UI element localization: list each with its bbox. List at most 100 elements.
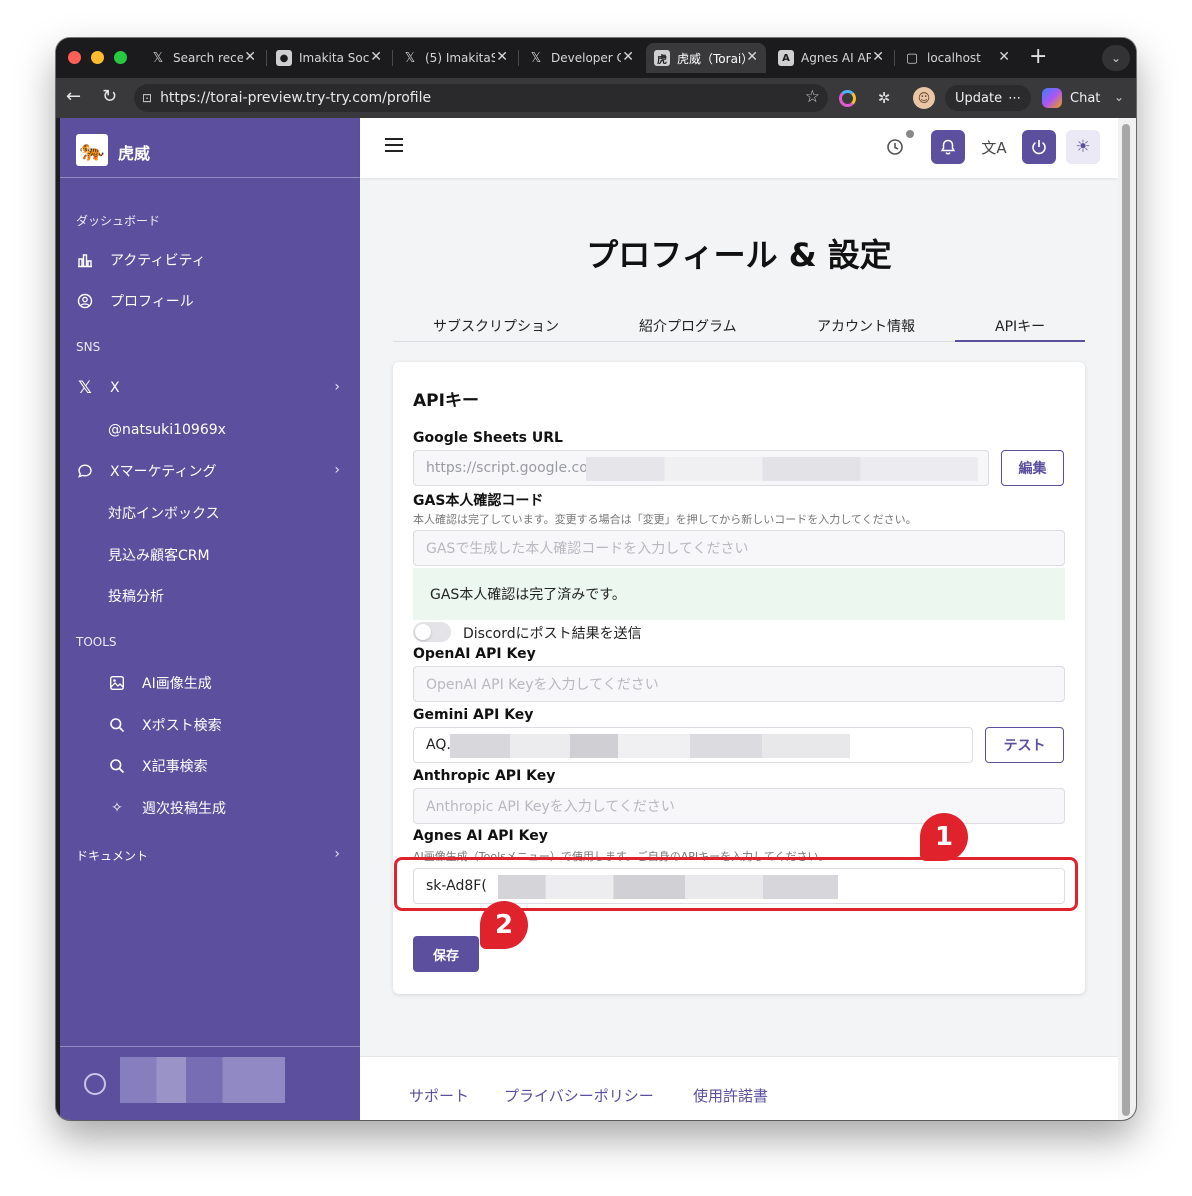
- openai-key-input[interactable]: OpenAI API Keyを入力してください: [413, 666, 1065, 702]
- active-tab-indicator: [955, 340, 1085, 342]
- bookmark-star-icon[interactable]: ☆: [805, 87, 820, 107]
- sidebar-item-crm[interactable]: 見込み顧客CRM: [108, 540, 210, 570]
- annotation-badge-1: 1: [920, 813, 968, 861]
- annotation-badge-2: 2: [480, 901, 528, 949]
- x-logo-icon: 𝕏: [152, 50, 164, 66]
- agnes-key-label: Agnes AI API Key: [413, 828, 548, 844]
- more-dots-icon: ⋯: [1008, 90, 1022, 106]
- sidebar-item-weekly-post[interactable]: ✧ 週次投稿生成: [108, 793, 348, 823]
- chevron-right-icon: ›: [334, 379, 340, 395]
- browser-tab[interactable]: A Agnes AI AP ✕: [770, 43, 892, 73]
- redacted-username: [120, 1057, 285, 1103]
- sidebar-item-x[interactable]: 𝕏 X ›: [76, 373, 346, 403]
- browser-tab[interactable]: 𝕏 Search rece ✕: [142, 43, 264, 73]
- sun-theme-icon[interactable]: ☀: [1066, 130, 1100, 164]
- sidebar: 🐅 虎威 ダッシュボード アクティビティ プロフィール SNS 𝕏 X › @n…: [60, 118, 360, 1120]
- power-icon[interactable]: [1022, 130, 1056, 164]
- toggle-knob: [415, 624, 431, 640]
- sparkle-icon: ✧: [111, 800, 123, 816]
- bell-icon[interactable]: [931, 130, 965, 164]
- tab-close-icon[interactable]: ✕: [746, 49, 758, 65]
- sheets-url-label: Google Sheets URL: [413, 430, 563, 446]
- image-icon: [108, 674, 126, 692]
- tab-close-icon[interactable]: ✕: [622, 49, 634, 65]
- sidebar-item-ai-image[interactable]: AI画像生成: [108, 668, 348, 698]
- save-button[interactable]: 保存: [413, 936, 479, 972]
- discord-toggle[interactable]: [413, 622, 451, 642]
- discord-toggle-label: Discordにポスト結果を送信: [463, 626, 642, 642]
- tab-strip: 𝕏 Search rece ✕ ● Imakita Soci ✕ 𝕏 (5) I…: [56, 38, 1136, 78]
- extensions-puzzle-icon[interactable]: ✲: [874, 88, 894, 108]
- reload-icon[interactable]: ↻: [102, 87, 117, 107]
- browser-tab[interactable]: 𝕏 Developer C ✕: [520, 43, 642, 73]
- gas-code-input[interactable]: GASで生成した本人確認コードを入力してください: [413, 530, 1065, 566]
- url-text: https://torai-preview.try-try.com/profil…: [160, 90, 432, 106]
- sidebar-item-activity[interactable]: アクティビティ: [76, 245, 346, 275]
- torai-icon: 虎: [654, 50, 670, 66]
- hamburger-menu-icon[interactable]: [385, 138, 403, 152]
- footer-link-support[interactable]: サポート: [409, 1085, 469, 1106]
- agnes-icon: A: [778, 50, 794, 66]
- chat-chevron-icon[interactable]: ⌄: [1114, 90, 1124, 104]
- app-icon: ●: [276, 50, 292, 66]
- tab-referral[interactable]: 紹介プログラム: [639, 316, 737, 336]
- site-info-icon[interactable]: ⊡: [142, 91, 152, 105]
- sidebar-item-x-article-search[interactable]: X記事検索: [108, 751, 348, 781]
- sidebar-item-post-analytics[interactable]: 投稿分析: [108, 581, 164, 611]
- address-bar: ← ↻ ⊡ https://torai-preview.try-try.com/…: [56, 78, 1136, 118]
- new-tab-button[interactable]: +: [1029, 46, 1047, 68]
- sidebar-item-profile[interactable]: プロフィール: [76, 286, 346, 316]
- tab-close-icon[interactable]: ✕: [496, 49, 508, 65]
- browser-tab[interactable]: ▢ localhost ✕: [896, 43, 1018, 73]
- chevron-right-icon: ›: [334, 846, 340, 862]
- edit-button[interactable]: 編集: [1001, 450, 1064, 486]
- footer-link-privacy[interactable]: プライバシーポリシー: [504, 1085, 654, 1106]
- tab-subscription[interactable]: サブスクリプション: [433, 316, 559, 336]
- sidebar-x-account[interactable]: @natsuki10969x: [108, 415, 226, 445]
- sidebar-user[interactable]: [60, 1046, 360, 1120]
- card-title: APIキー: [413, 391, 479, 411]
- sidebar-item-x-marketing[interactable]: Xマーケティング ›: [76, 456, 346, 486]
- browser-window: 𝕏 Search rece ✕ ● Imakita Soci ✕ 𝕏 (5) I…: [56, 38, 1136, 1120]
- browser-tab[interactable]: ● Imakita Soci ✕: [268, 43, 390, 73]
- sidebar-item-docs[interactable]: ドキュメント ›: [76, 840, 346, 870]
- tab-close-icon[interactable]: ✕: [998, 49, 1010, 65]
- chat-bubble-icon: [76, 462, 94, 480]
- sidebar-item-x-post-search[interactable]: Xポスト検索: [108, 710, 348, 740]
- update-button[interactable]: Update ⋯: [945, 85, 1032, 111]
- brand-header[interactable]: 🐅 虎威: [60, 118, 360, 178]
- translate-icon[interactable]: 文A: [977, 130, 1011, 164]
- section-sns: SNS: [76, 340, 101, 354]
- close-window-button[interactable]: [68, 51, 81, 64]
- top-bar: 文A ☀: [360, 118, 1118, 178]
- tab-account-info[interactable]: アカウント情報: [817, 316, 915, 336]
- anthropic-key-input[interactable]: Anthropic API Keyを入力してください: [413, 788, 1065, 824]
- back-arrow-icon[interactable]: ←: [66, 87, 81, 107]
- tab-close-icon[interactable]: ✕: [872, 49, 884, 65]
- copilot-logo-icon: [1042, 88, 1062, 108]
- maximize-window-button[interactable]: [114, 51, 127, 64]
- tab-api-keys[interactable]: APIキー: [995, 316, 1045, 336]
- search-icon: [108, 716, 126, 734]
- browser-tab-active[interactable]: 虎 虎威（Torai） ✕: [646, 43, 766, 73]
- browser-tab[interactable]: 𝕏 (5) ImakitaS ✕: [394, 43, 516, 73]
- chat-button[interactable]: Chat: [1036, 85, 1106, 111]
- extension-ring-icon[interactable]: [839, 90, 856, 107]
- section-tools: TOOLS: [76, 635, 117, 649]
- test-button[interactable]: テスト: [985, 727, 1064, 763]
- minimize-window-button[interactable]: [91, 51, 104, 64]
- tab-close-icon[interactable]: ✕: [370, 49, 382, 65]
- gas-code-hint: 本人確認は完了しています。変更する場合は「変更」を押してから新しいコードを入力し…: [413, 513, 917, 526]
- scrollbar-thumb[interactable]: [1122, 124, 1130, 1116]
- anthropic-key-label: Anthropic API Key: [413, 768, 556, 784]
- tab-menu-chevron-icon[interactable]: ⌄: [1102, 45, 1130, 71]
- redacted-value: [586, 457, 978, 481]
- page-content: 🐅 虎威 ダッシュボード アクティビティ プロフィール SNS 𝕏 X › @n…: [60, 118, 1118, 1120]
- footer-link-license[interactable]: 使用許諾書: [693, 1085, 768, 1106]
- sidebar-item-inbox[interactable]: 対応インボックス: [108, 498, 220, 528]
- tab-close-icon[interactable]: ✕: [244, 49, 256, 65]
- profile-avatar-icon[interactable]: ☺: [913, 87, 935, 109]
- sheets-url-input[interactable]: https://script.google.cor: [413, 450, 989, 486]
- url-field[interactable]: ⊡ https://torai-preview.try-try.com/prof…: [134, 84, 828, 112]
- gemini-key-input[interactable]: AQ.: [413, 727, 973, 763]
